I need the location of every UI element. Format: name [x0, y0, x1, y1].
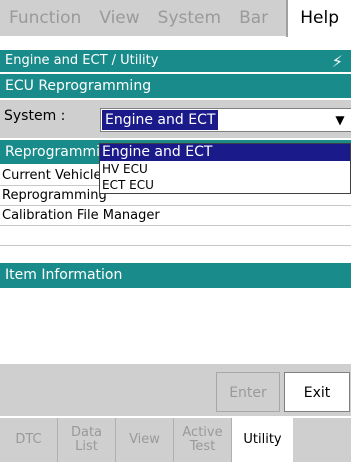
exit-button[interactable]: Exit: [284, 372, 350, 412]
tab-label: Utility: [243, 432, 282, 447]
bottom-tab-bar: DTC Data List View Active Test Utility: [0, 418, 351, 462]
menu-bar: Function View System Bar Help: [0, 0, 351, 38]
section-header: ECU Reprogramming: [0, 74, 351, 98]
tab-label: DTC: [15, 432, 42, 447]
menu-view[interactable]: View: [90, 0, 148, 37]
list-item[interactable]: Calibration File Manager: [0, 206, 351, 226]
window-title-bar: Engine and ECT / Utility ⚡: [0, 50, 351, 72]
menu-help[interactable]: Help: [286, 0, 351, 37]
tab-view[interactable]: View: [116, 418, 174, 462]
dropdown-option[interactable]: Engine and ECT: [100, 144, 350, 161]
chevron-down-icon[interactable]: ▼: [329, 109, 351, 131]
system-select[interactable]: Engine and ECT ▼: [100, 108, 351, 132]
system-label: System :: [4, 108, 66, 124]
tab-label: View: [129, 432, 160, 447]
tab-active-test[interactable]: Active Test: [174, 418, 232, 462]
tab-label: Active Test: [182, 425, 223, 454]
tab-dtc[interactable]: DTC: [0, 418, 58, 462]
item-information-area: [0, 288, 351, 364]
list-item-empty: [0, 226, 351, 246]
dropdown-option[interactable]: HV ECU: [100, 161, 350, 177]
system-row: System : Engine and ECT ▼: [0, 100, 351, 138]
dropdown-option[interactable]: ECT ECU: [100, 177, 350, 193]
item-information-header: Item Information: [0, 263, 351, 288]
window-title: Engine and ECT / Utility: [5, 53, 159, 68]
enter-button[interactable]: Enter: [216, 372, 280, 412]
system-dropdown-list: Engine and ECT HV ECU ECT ECU: [99, 143, 351, 194]
menu-system[interactable]: System: [149, 0, 230, 37]
menu-function[interactable]: Function: [0, 0, 90, 37]
tab-label: Data List: [70, 425, 103, 454]
tab-utility[interactable]: Utility: [232, 418, 293, 462]
lightning-icon: ⚡: [331, 52, 343, 71]
system-selected-value: Engine and ECT: [102, 110, 219, 130]
menu-bar-item[interactable]: Bar: [230, 0, 277, 37]
button-bar: Enter Exit: [0, 364, 351, 416]
tab-data-list[interactable]: Data List: [58, 418, 116, 462]
